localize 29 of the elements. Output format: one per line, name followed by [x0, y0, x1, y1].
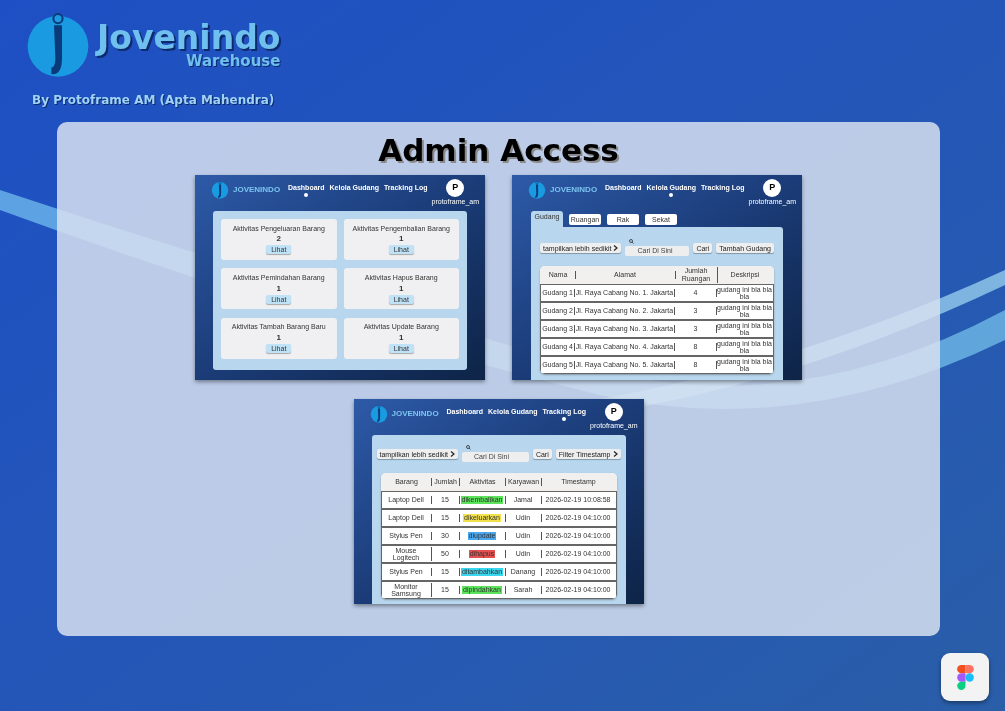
- panel-heading: Admin Access: [378, 131, 619, 170]
- credit-text: By Protoframe AM (Apta Mahendra): [32, 92, 276, 109]
- avatar[interactable]: P: [763, 179, 782, 197]
- active-indicator-icon: [304, 193, 309, 197]
- card-count: 1: [276, 333, 281, 344]
- card-count: 1: [399, 234, 404, 245]
- avatar[interactable]: P: [604, 403, 623, 421]
- figma-logo-icon: [956, 664, 974, 690]
- logo-icon: [369, 405, 388, 423]
- brand-name: JOVENINDO: [391, 408, 439, 420]
- search-icon: [466, 444, 471, 450]
- brand-subtitle: Warehouse: [185, 54, 281, 69]
- card-count: 1: [399, 333, 404, 344]
- brand-name: JOVENINDO: [550, 184, 598, 196]
- chevron-right-icon: [613, 245, 619, 251]
- card-count: 2: [276, 234, 281, 245]
- chevron-right-icon: [450, 451, 455, 457]
- avatar[interactable]: P: [446, 179, 465, 197]
- card-count: 1: [399, 283, 404, 294]
- chevron-right-icon: [612, 451, 618, 457]
- active-indicator-icon: [562, 417, 567, 421]
- brand-title: Jovenindo: [97, 21, 281, 54]
- logo-icon: [25, 12, 91, 78]
- logo-icon: [211, 181, 229, 199]
- logo-icon: [528, 181, 546, 199]
- brand-name: JOVENINDO: [233, 184, 281, 196]
- card-count: 1: [276, 283, 281, 294]
- search-icon: [629, 238, 635, 244]
- active-indicator-icon: [669, 193, 674, 197]
